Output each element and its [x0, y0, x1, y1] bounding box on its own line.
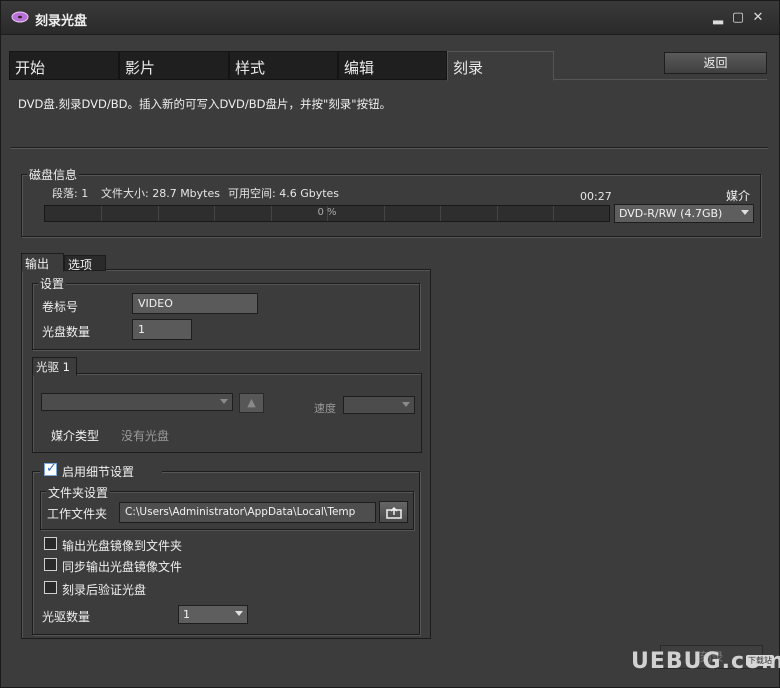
disc-info-label: 磁盘信息: [27, 166, 80, 183]
verify-disc-checkbox[interactable]: [44, 581, 57, 594]
divider: [11, 147, 768, 149]
media-type-label: 媒介类型: [51, 429, 100, 443]
tab-movie[interactable]: 影片: [119, 51, 229, 80]
export-image-checkbox[interactable]: [44, 537, 57, 550]
export-image-label: 输出光盘镜像到文件夹: [62, 539, 183, 553]
work-folder-label: 工作文件夹: [47, 507, 108, 521]
tab-options[interactable]: 选项: [64, 255, 106, 272]
media-type-status: 没有光盘: [121, 429, 170, 443]
tab-start[interactable]: 开始: [9, 51, 119, 80]
volume-label: 卷标号: [42, 300, 79, 314]
free-space: 可用空间: 4.6 Gbytes: [228, 187, 340, 200]
tab-edit[interactable]: 编辑: [338, 51, 447, 80]
volume-input[interactable]: VIDEO: [132, 293, 258, 314]
sync-image-label: 同步输出光盘镜像文件: [62, 560, 183, 574]
tab-drive-1[interactable]: 光驱 1: [32, 357, 77, 376]
media-label: 媒介: [726, 189, 751, 203]
segment-count: 段落: 1: [52, 187, 89, 200]
eject-icon: ▲: [247, 396, 256, 409]
enable-details-checkbox[interactable]: ✓: [44, 461, 57, 476]
work-folder-input[interactable]: C:\Users\Administrator\AppData\Local\Tem…: [119, 502, 376, 523]
burn-progress-bar: 0 %: [44, 205, 610, 222]
duration: 00:27: [580, 190, 612, 203]
chevron-down-icon: [402, 402, 410, 407]
speed-label: 速度: [314, 402, 336, 415]
file-size: 文件大小: 28.7 Mbytes: [101, 187, 220, 200]
media-type-select[interactable]: DVD-R/RW (4.7GB): [614, 204, 754, 223]
maximize-button[interactable]: ▢: [731, 11, 745, 25]
tab-burn[interactable]: 刻录: [447, 51, 554, 81]
title-bar: 刻录光盘 ▂ ▢ ✕: [1, 1, 779, 35]
sync-image-checkbox[interactable]: [44, 558, 57, 571]
disc-app-icon: [11, 11, 29, 23]
check-icon: ✓: [46, 461, 57, 476]
drive-select[interactable]: [41, 393, 233, 411]
watermark-tag: 下载站: [746, 655, 774, 666]
settings-label: 设置: [38, 275, 67, 292]
enable-details-label: 启用细节设置: [62, 465, 135, 479]
progress-percent: 0 %: [317, 207, 337, 218]
eject-button[interactable]: ▲: [239, 393, 264, 413]
drive-count-label: 光驱数量: [42, 610, 91, 624]
window-title: 刻录光盘: [35, 14, 88, 29]
close-button[interactable]: ✕: [751, 11, 765, 25]
browse-folder-button[interactable]: [379, 501, 408, 523]
tab-style[interactable]: 样式: [229, 51, 338, 80]
chevron-down-icon: [235, 611, 243, 616]
back-button[interactable]: 返回: [664, 52, 767, 74]
tab-baseline: [554, 79, 767, 80]
disc-count-label: 光盘数量: [42, 325, 91, 339]
disc-count-input[interactable]: 1: [132, 319, 192, 340]
chevron-down-icon: [220, 399, 228, 404]
tab-output[interactable]: 输出: [21, 253, 64, 272]
burn-description: DVD盘.刻录DVD/BD。插入新的可写入DVD/BD盘片，并按"刻录"按钮。: [18, 97, 392, 111]
folder-settings-label: 文件夹设置: [46, 484, 111, 501]
chevron-down-icon: [741, 210, 749, 215]
media-type-value: DVD-R/RW (4.7GB): [619, 207, 723, 220]
drive-count-value: 1: [183, 608, 190, 621]
drive-count-select[interactable]: 1: [178, 605, 248, 624]
verify-disc-label: 刻录后验证光盘: [62, 583, 147, 597]
burn-disc-window: 刻录光盘 ▂ ▢ ✕ 开始 影片 样式 编辑 刻录 返回 DVD盘.刻录DVD/…: [0, 0, 780, 688]
speed-select[interactable]: [343, 396, 415, 414]
folder-browse-icon: [386, 506, 402, 519]
minimize-button[interactable]: ▂: [711, 11, 725, 25]
